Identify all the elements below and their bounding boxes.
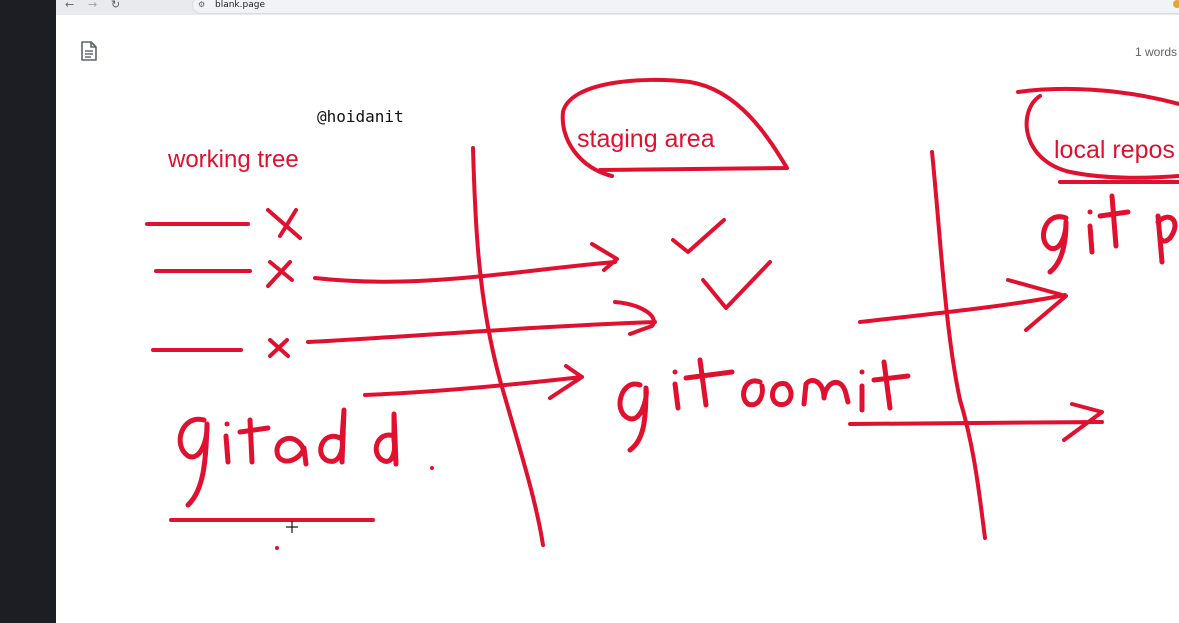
x-mark-2 [266,260,294,288]
arrow-commit-1 [858,278,1068,332]
handwriting-gitadd [177,407,399,508]
arrow-add-3 [363,364,584,400]
x-mark-1 [266,208,302,240]
arrow-commit-2 [848,402,1104,442]
drawing-canvas[interactable] [0,0,1179,623]
x-mark-3 [268,338,290,358]
divider-line-2 [930,150,987,540]
handwriting-git-push [1040,193,1178,275]
crosshair-cursor-icon [286,521,298,533]
staging-area-outline [560,77,789,178]
divider-line-1 [471,146,545,547]
check-mark-1 [671,218,726,254]
dot-2 [275,546,279,550]
handwriting-gitcomit [617,357,911,453]
check-mark-2 [701,260,772,310]
local-repo-outline [1016,86,1179,184]
dot-1 [430,466,434,470]
arrow-add-2 [306,300,657,344]
arrow-add-1 [313,242,619,284]
